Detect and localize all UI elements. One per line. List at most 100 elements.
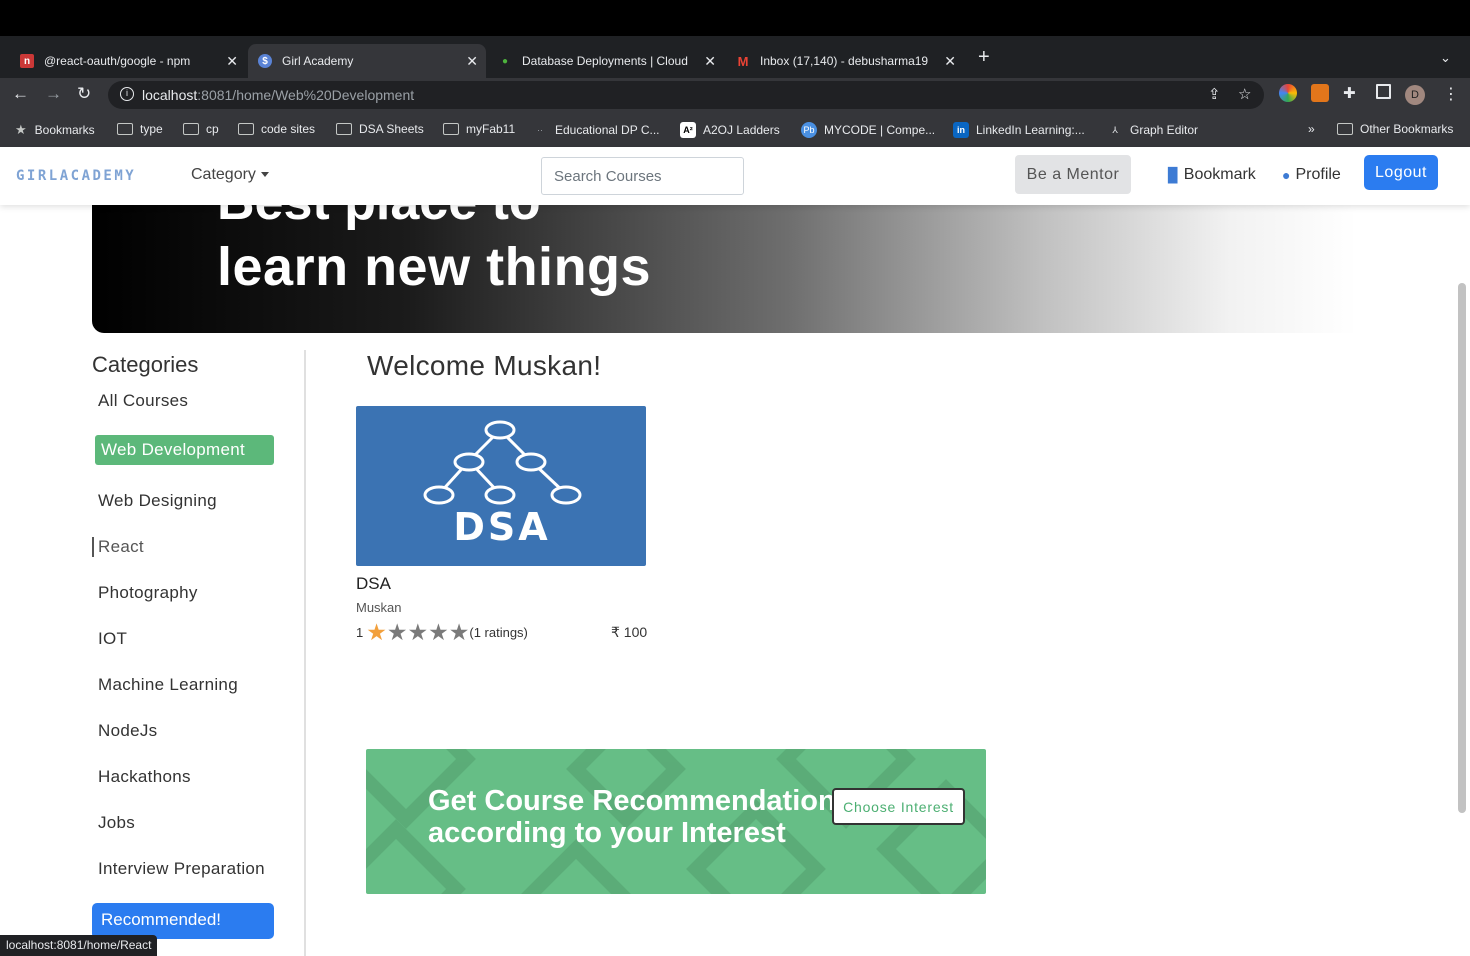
folder-icon	[1337, 123, 1353, 135]
folder-icon	[238, 123, 254, 135]
tab-strip: n @react-oauth/google - npm ✕ $ Girl Aca…	[0, 36, 1470, 78]
be-a-mentor-button[interactable]: Be a Mentor	[1015, 155, 1131, 194]
tab-mongodb[interactable]: ● Database Deployments | Cloud ✕	[488, 44, 724, 78]
sidebar-item-jobs[interactable]: Jobs	[98, 813, 135, 833]
linkedin-icon: in	[953, 122, 969, 138]
sidebar-item-react[interactable]: React	[92, 537, 144, 557]
sidebar-title: Categories	[92, 352, 199, 377]
bookmark-item[interactable]: A² A2OJ Ladders	[680, 122, 780, 138]
course-price: ₹ 100	[611, 624, 648, 640]
search-input[interactable]	[541, 157, 744, 195]
hero-line-2: learn new things	[217, 237, 652, 297]
profile-link[interactable]: ● Profile	[1282, 166, 1341, 184]
welcome-heading: Welcome Muskan!	[367, 350, 602, 381]
site-navbar: GIRLACADEMY Category Be a Mentor ▉Bookma…	[0, 147, 1470, 205]
course-rating: 1 ★ ★ ★ ★ ★ (1 ratings)	[356, 619, 528, 645]
sidebar-item-hackathons[interactable]: Hackathons	[98, 767, 191, 787]
bookmark-folder[interactable]: type	[117, 122, 163, 136]
user-icon: ●	[1282, 167, 1291, 183]
recommended-button[interactable]: Recommended!	[92, 903, 274, 939]
category-dropdown[interactable]: Category	[191, 166, 269, 184]
book-icon: ▉	[1168, 166, 1179, 183]
course-title[interactable]: DSA	[356, 574, 391, 594]
mongodb-leaf-icon: ●	[501, 55, 509, 67]
reload-icon[interactable]: ↻	[77, 84, 91, 104]
share-icon[interactable]: ⇪	[1208, 85, 1221, 103]
window-top-bar	[0, 0, 1470, 36]
star-icon[interactable]: ☆	[1238, 85, 1251, 103]
bookmark-folder[interactable]: code sites	[238, 122, 315, 136]
side-panel-icon[interactable]	[1376, 84, 1391, 99]
status-bar-url: localhost:8081/home/React	[0, 935, 158, 956]
caret-down-icon	[260, 172, 269, 178]
sidebar-item-photography[interactable]: Photography	[98, 583, 198, 603]
bookmark-folder[interactable]: cp	[183, 122, 219, 136]
tab-npm[interactable]: n @react-oauth/google - npm ✕	[10, 44, 246, 78]
sidebar-item-web-development[interactable]: Web Development	[95, 435, 274, 465]
bookmark-item[interactable]: in LinkedIn Learning:...	[953, 122, 1085, 138]
color-picker-extension-icon[interactable]	[1279, 84, 1297, 102]
folder-icon	[336, 123, 352, 135]
course-card-image[interactable]: DSA	[356, 406, 646, 566]
profile-avatar[interactable]: D	[1405, 85, 1425, 105]
metamask-extension-icon[interactable]	[1311, 84, 1329, 102]
rating-value: 1	[356, 624, 364, 640]
bookmarks-bar: ★ Bookmarks type cp code sites DSA Sheets…	[0, 112, 1470, 147]
logout-button[interactable]: Logout	[1364, 155, 1438, 190]
close-icon[interactable]: ✕	[226, 53, 238, 70]
star-empty-icon: ★	[428, 619, 449, 645]
info-icon[interactable]: i	[120, 87, 134, 101]
recommendation-text: Get Course Recommendation according to y…	[428, 785, 836, 849]
sidebar-item-iot[interactable]: IOT	[98, 629, 127, 649]
tab-girl-academy[interactable]: $ Girl Academy ✕	[248, 44, 486, 78]
sidebar-item-web-designing[interactable]: Web Designing	[98, 491, 217, 511]
sidebar-item-nodejs[interactable]: NodeJs	[98, 721, 157, 741]
folder-icon	[183, 123, 199, 135]
sidebar-item-interview-preparation[interactable]: Interview Preparation	[98, 859, 265, 879]
chevron-down-icon[interactable]: ⌄	[1440, 50, 1451, 66]
folder-icon	[443, 123, 459, 135]
bookmark-item[interactable]: ★ Bookmarks	[15, 122, 95, 138]
close-icon[interactable]: ✕	[944, 53, 956, 70]
bookmark-folder[interactable]: DSA Sheets	[336, 122, 424, 136]
star-empty-icon: ★	[407, 619, 429, 645]
url-text: localhost:8081/home/Web%20Development	[142, 87, 415, 103]
bookmark-item[interactable]: ·· Educational DP C...	[532, 122, 660, 138]
course-image-text: DSA	[453, 505, 550, 549]
forward-arrow-icon[interactable]: →	[45, 84, 62, 104]
bookmarks-overflow-icon[interactable]: »	[1308, 122, 1315, 136]
npm-icon: n	[20, 54, 34, 68]
more-menu-icon[interactable]: ⋮	[1443, 84, 1459, 104]
folder-icon	[117, 123, 133, 135]
bookmark-item[interactable]: ⅄ Graph Editor	[1107, 122, 1198, 138]
mycode-icon: Pb	[801, 122, 817, 138]
sidebar-item-machine-learning[interactable]: Machine Learning	[98, 675, 238, 695]
categories-sidebar: Categories All Courses Web Development W…	[92, 350, 306, 956]
back-arrow-icon[interactable]: ←	[12, 84, 29, 104]
close-icon[interactable]: ✕	[704, 53, 716, 70]
close-icon[interactable]: ✕	[466, 53, 478, 70]
a2oj-icon: A²	[680, 122, 696, 138]
choose-interest-button[interactable]: Choose Interest	[832, 788, 965, 825]
bookmark-item[interactable]: Pb MYCODE | Compe...	[801, 122, 935, 138]
tab-gmail[interactable]: M Inbox (17,140) - debusharma19 ✕	[726, 44, 964, 78]
address-bar[interactable]: i localhost:8081/home/Web%20Development …	[108, 81, 1264, 109]
page-scrollbar[interactable]	[1458, 283, 1466, 813]
star-empty-icon: ★	[386, 619, 408, 645]
star-icon: ★	[15, 122, 27, 137]
sidebar-item-all-courses[interactable]: All Courses	[98, 391, 188, 411]
bookmark-folder[interactable]: myFab11	[443, 122, 515, 136]
tree-diagram-icon: DSA	[423, 420, 582, 549]
star-filled-icon: ★	[366, 619, 387, 645]
puzzle-extensions-icon[interactable]: ✚	[1343, 84, 1356, 102]
other-bookmarks[interactable]: Other Bookmarks	[1337, 122, 1453, 136]
browser-toolbar: ← → ↻ i localhost:8081/home/Web%20Develo…	[0, 78, 1470, 112]
gmail-icon: M	[737, 53, 749, 69]
recommendation-banner: Get Course Recommendation according to y…	[366, 749, 986, 894]
ratings-count: (1 ratings)	[469, 624, 528, 640]
girl-academy-icon: $	[258, 54, 272, 68]
brand-logo[interactable]: GIRLACADEMY	[16, 168, 136, 184]
new-tab-icon[interactable]: +	[978, 46, 990, 69]
bookmark-link[interactable]: ▉ Bookmark	[1168, 166, 1256, 184]
site-icon: ··	[537, 125, 543, 135]
